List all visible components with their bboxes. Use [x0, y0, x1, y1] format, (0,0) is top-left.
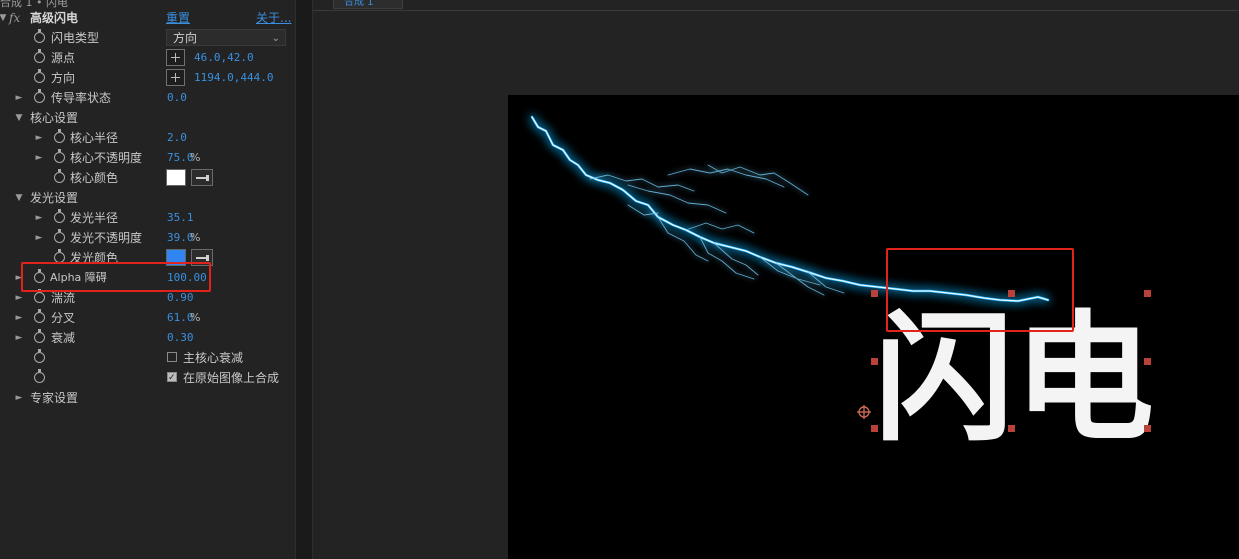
canvas-render: 闪电 — [530, 115, 1154, 461]
prop-row-decay: ► 衰减 0.30 — [0, 328, 295, 348]
expand-triangle-icon[interactable]: ► — [14, 388, 24, 408]
tab-label: 合成 1 — [344, 0, 374, 8]
prop-label: 发光不透明度 — [70, 231, 143, 245]
prop-row-core-opacity: ► 核心不透明度 75.0 % — [0, 148, 295, 168]
effect-controls-panel: 合成 1 • 闪电 ▼ fx 高级闪电 重置 关于... 闪电类型 方向 ⌄ 源… — [0, 0, 295, 559]
prop-row-main-core-decay: 主核心衰减 — [0, 348, 295, 368]
unit-label: % — [190, 231, 201, 244]
eyedropper-icon[interactable] — [191, 169, 213, 186]
prop-label: 发光半径 — [70, 211, 119, 225]
stopwatch-icon[interactable] — [54, 209, 65, 223]
origin-value[interactable]: 46.0,42.0 — [194, 48, 254, 68]
prop-row-composite-original: 在原始图像上合成 — [0, 368, 295, 388]
expand-triangle-icon[interactable]: ► — [34, 128, 44, 148]
unit-label: % — [190, 311, 201, 324]
group-expert-settings[interactable]: ► 专家设置 — [0, 388, 295, 408]
core-color-swatch[interactable] — [166, 169, 186, 186]
stopwatch-icon[interactable] — [34, 89, 45, 103]
stopwatch-icon[interactable] — [34, 289, 45, 303]
stopwatch-icon[interactable] — [34, 349, 45, 363]
expand-triangle-icon[interactable]: ► — [14, 308, 24, 328]
annotation-highlight-box — [886, 248, 1074, 332]
prop-label: 分叉 — [51, 311, 76, 325]
expand-triangle-icon[interactable]: ► — [34, 208, 44, 228]
prop-label: 闪电类型 — [51, 31, 100, 45]
lightning-type-dropdown[interactable]: 方向 ⌄ — [166, 29, 286, 46]
group-label: 专家设置 — [30, 391, 79, 405]
stopwatch-icon[interactable] — [34, 49, 45, 63]
panel-divider[interactable] — [295, 0, 313, 559]
about-link[interactable]: 关于... — [256, 8, 291, 28]
prop-label: 源点 — [51, 51, 76, 65]
composition-viewer: 合成 1 闪电 — [313, 0, 1239, 559]
panel-title-strip: 合成 1 • 闪电 — [0, 0, 295, 8]
stopwatch-icon[interactable] — [54, 149, 65, 163]
prop-row-direction: 方向 1194.0,444.0 — [0, 68, 295, 88]
prop-row-glow-opacity: ► 发光不透明度 39.0 % — [0, 228, 295, 248]
chevron-down-icon: ⌄ — [271, 33, 280, 44]
collapse-triangle-icon[interactable]: ▼ — [14, 188, 24, 208]
expand-triangle-icon[interactable]: ► — [14, 88, 24, 108]
tab-composition[interactable]: 合成 1 — [333, 0, 403, 9]
prop-label: 核心颜色 — [70, 171, 119, 185]
core-radius-value[interactable]: 2.0 — [167, 128, 187, 148]
prop-row-lightning-type: 闪电类型 方向 ⌄ — [0, 28, 295, 48]
prop-row-conductivity: ► 传导率状态 0.0 — [0, 88, 295, 108]
prop-row-forking: ► 分叉 61.0 % — [0, 308, 295, 328]
group-label: 核心设置 — [30, 111, 79, 125]
main-core-decay-checkbox[interactable] — [167, 352, 177, 362]
stopwatch-icon[interactable] — [54, 169, 65, 183]
stopwatch-icon[interactable] — [34, 309, 45, 323]
panel-title: 合成 1 • 闪电 — [0, 0, 68, 8]
dropdown-value: 方向 — [173, 31, 198, 45]
stopwatch-icon[interactable] — [54, 229, 65, 243]
expand-triangle-icon[interactable]: ► — [14, 328, 24, 348]
effect-name: 高级闪电 — [30, 11, 79, 25]
glow-radius-value[interactable]: 35.1 — [167, 208, 194, 228]
prop-row-origin: 源点 46.0,42.0 — [0, 48, 295, 68]
effect-header-row[interactable]: ▼ fx 高级闪电 重置 关于... — [0, 8, 295, 28]
checkbox-label: 主核心衰减 — [183, 351, 244, 365]
stopwatch-icon[interactable] — [54, 129, 65, 143]
stopwatch-icon[interactable] — [34, 329, 45, 343]
group-glow-settings[interactable]: ▼ 发光设置 — [0, 188, 295, 208]
group-label: 发光设置 — [30, 191, 79, 205]
prop-label: 传导率状态 — [51, 91, 112, 105]
expand-triangle-icon[interactable]: ► — [34, 148, 44, 168]
composition-canvas[interactable]: 闪电 — [508, 95, 1239, 559]
prop-row-core-color: 核心颜色 — [0, 168, 295, 188]
prop-label: 方向 — [51, 71, 76, 85]
reset-link[interactable]: 重置 — [166, 8, 190, 28]
prop-label: 核心不透明度 — [70, 151, 143, 165]
expand-triangle-icon[interactable]: ► — [34, 228, 44, 248]
collapse-triangle-icon[interactable]: ▼ — [14, 108, 24, 128]
composite-original-checkbox[interactable] — [167, 368, 177, 388]
prop-row-glow-radius: ► 发光半径 35.1 — [0, 208, 295, 228]
crosshair-point-icon[interactable] — [166, 69, 185, 86]
unit-label: % — [190, 151, 201, 164]
crosshair-point-icon[interactable] — [166, 49, 185, 66]
anchor-point-icon — [857, 405, 871, 419]
stopwatch-icon[interactable] — [34, 69, 45, 83]
collapse-triangle-icon[interactable]: ▼ — [0, 8, 8, 28]
stopwatch-icon[interactable] — [34, 369, 45, 383]
prop-label: 核心半径 — [70, 131, 119, 145]
annotation-highlight-box — [21, 262, 211, 292]
direction-value[interactable]: 1194.0,444.0 — [194, 68, 273, 88]
prop-label: 衰减 — [51, 331, 76, 345]
stopwatch-icon[interactable] — [34, 29, 45, 43]
decay-value[interactable]: 0.30 — [167, 328, 194, 348]
checkbox-label: 在原始图像上合成 — [183, 371, 280, 385]
prop-row-core-radius: ► 核心半径 2.0 — [0, 128, 295, 148]
viewer-tab-bar: 合成 1 — [313, 0, 1239, 11]
conductivity-value[interactable]: 0.0 — [167, 88, 187, 108]
fx-icon[interactable]: fx — [9, 8, 20, 28]
group-core-settings[interactable]: ▼ 核心设置 — [0, 108, 295, 128]
